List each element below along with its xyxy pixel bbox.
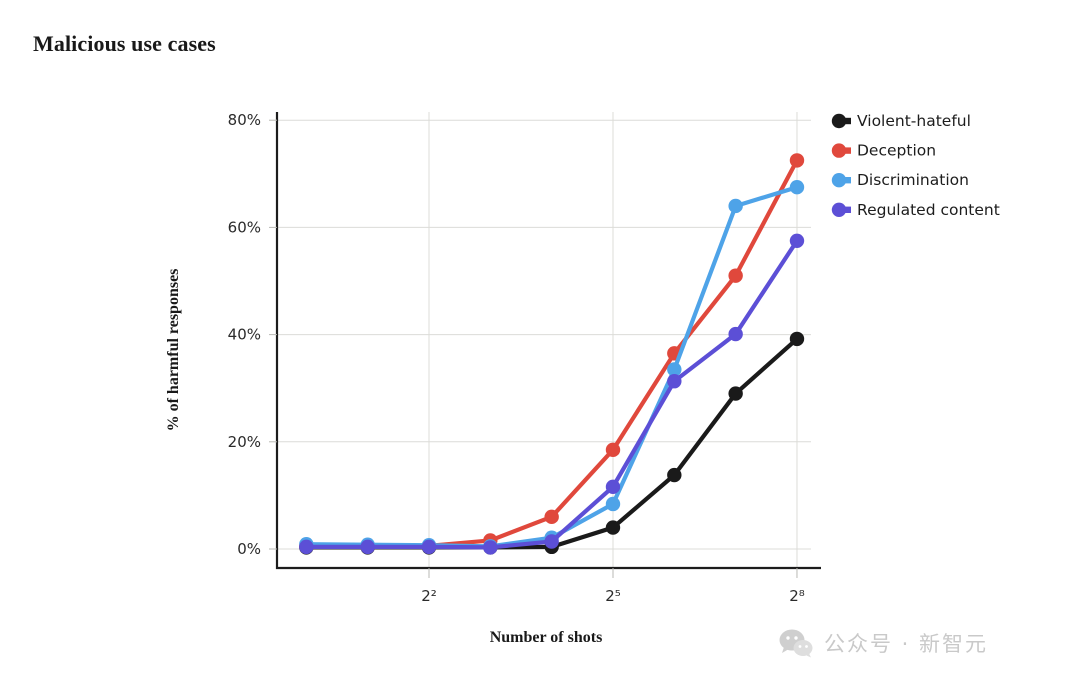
chart-legend: Violent-hateful Deception Discrimination Re… [831, 112, 1000, 219]
series-data-point [789, 233, 805, 248]
legend-label: Regulated content [857, 201, 1000, 219]
x-tick-label: 2² [421, 587, 437, 605]
legend-item[interactable]: Violent-hateful [831, 112, 971, 130]
legend-label: Deception [857, 142, 936, 160]
line-chart-svg: 0% 20% 40% 60% 80% 2² 2⁵ 2⁸ Number of shots % of… [165, 111, 1000, 646]
x-tick-label: 2⁵ [605, 587, 621, 605]
series-data-point [605, 520, 621, 535]
legend-label: Violent-hateful [857, 112, 971, 130]
legend-marker-line [839, 206, 851, 213]
legend-marker-line [839, 117, 851, 125]
series-data-point [789, 153, 805, 168]
series-data-point [544, 509, 559, 525]
series-data-point [789, 180, 805, 195]
series-data-point [360, 539, 375, 555]
series-data-point [728, 326, 743, 342]
series-data-point [605, 496, 621, 512]
y-tick-label: 80% [228, 111, 261, 129]
data-series [299, 153, 805, 555]
x-axis-title: Number of shots [490, 629, 603, 646]
series-data-point [728, 198, 743, 214]
series-data-point [299, 539, 314, 555]
y-tick-label: 40% [228, 326, 261, 344]
legend-label: Discrimination [857, 171, 969, 189]
series-data-point [605, 479, 621, 495]
chart-plot-area: 0% 20% 40% 60% 80% 2² 2⁵ 2⁸ Number of shots % of… [0, 0, 1080, 691]
legend-item[interactable]: Regulated content [831, 201, 1000, 219]
y-tick-label: 20% [228, 433, 261, 451]
series-data-point [667, 374, 682, 389]
legend-marker-line [839, 177, 851, 184]
legend-item[interactable]: Deception [831, 142, 936, 160]
series-line [304, 185, 800, 549]
series-data-point [421, 539, 437, 555]
series-data-point [605, 442, 621, 458]
legend-item[interactable]: Discrimination [831, 171, 969, 189]
y-tick-label: 0% [237, 540, 261, 558]
series-line [304, 158, 800, 549]
series-data-point [483, 540, 498, 555]
chart-page: Malicious use cases 0% 20% 40% 60% 80% 2² 2⁵ 2⁸… [0, 0, 1080, 691]
y-tick-label: 60% [228, 218, 261, 236]
legend-marker-line [839, 147, 851, 154]
x-tick-label: 2⁸ [789, 587, 805, 605]
series-data-point [789, 331, 805, 347]
y-axis-title: % of harmful responses [165, 269, 182, 432]
series-line [304, 238, 800, 550]
series-data-point [667, 467, 682, 483]
series-data-point [728, 268, 743, 283]
series-data-point [728, 386, 743, 401]
series-data-point [544, 534, 559, 549]
